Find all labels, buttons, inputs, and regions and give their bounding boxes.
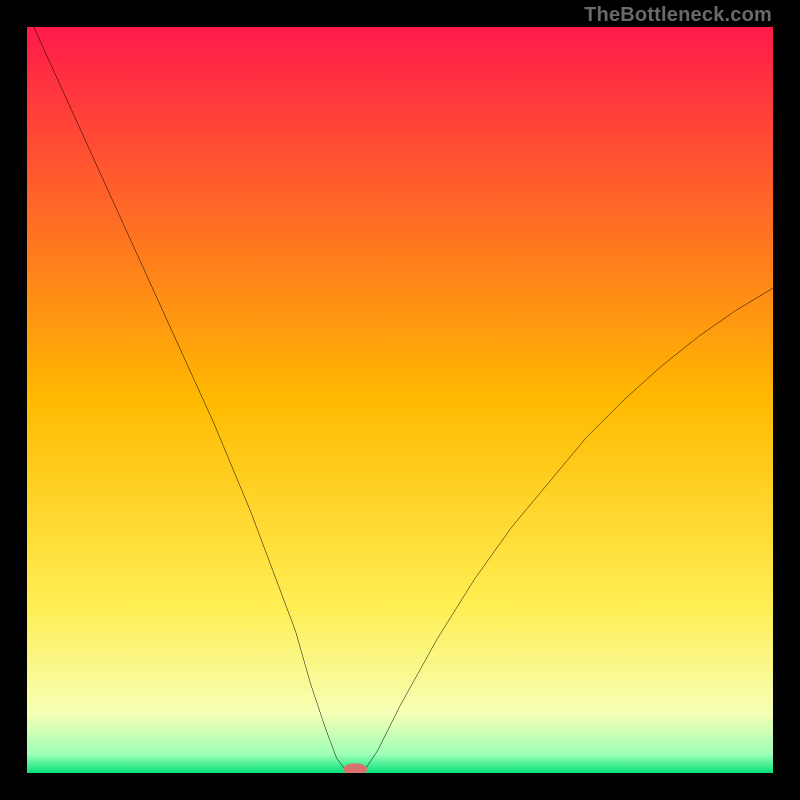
gradient-background (27, 27, 773, 773)
chart-frame: TheBottleneck.com (0, 0, 800, 800)
chart-svg (27, 27, 773, 773)
watermark-label: TheBottleneck.com (584, 4, 772, 27)
plot-area (27, 27, 773, 773)
